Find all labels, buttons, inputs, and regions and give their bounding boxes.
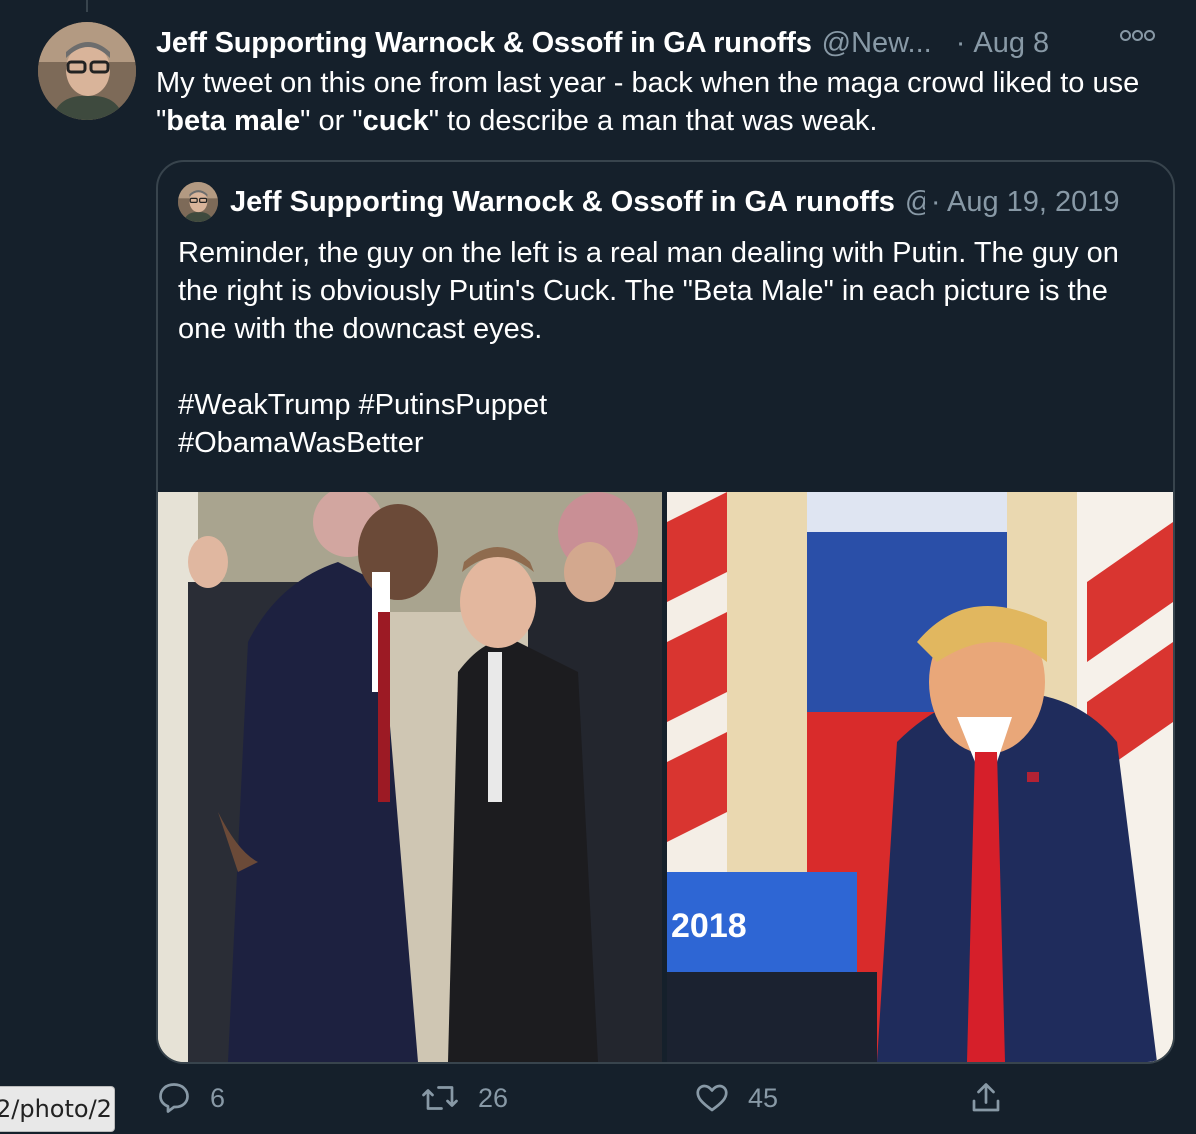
retweet-icon (422, 1086, 458, 1110)
quoted-author-handle: @ (905, 186, 925, 219)
like-count: 45 (748, 1082, 779, 1113)
tweet-text-bold: beta male (166, 105, 301, 137)
quoted-tweet-date: · Aug 19, 2019 (930, 185, 1120, 218)
quoted-tweet[interactable]: Jeff Supporting Warnock & Ossoff in GA r… (156, 160, 1175, 1064)
like-icon (696, 1084, 728, 1112)
tweet-actions: 6 26 45 (156, 1080, 1036, 1124)
separator-dot: · (955, 26, 966, 59)
share-button[interactable] (968, 1080, 1022, 1116)
photo-left[interactable] (158, 492, 662, 1062)
more-icon[interactable] (1120, 28, 1160, 56)
tweet-text: My tweet on this one from last year - ba… (156, 64, 1176, 140)
link-preview-tooltip: 2/photo/2 (0, 1086, 115, 1132)
reply-button[interactable]: 6 (156, 1080, 225, 1116)
share-icon (972, 1083, 1000, 1112)
thread-line (86, 0, 88, 12)
retweet-button[interactable]: 26 (420, 1080, 508, 1116)
quoted-tweet-media: 2018 (158, 492, 1173, 1062)
retweet-count: 26 (478, 1082, 509, 1113)
author-avatar[interactable] (38, 22, 136, 120)
tweet-text-bold: cuck (362, 105, 429, 137)
tweet-header: Jeff Supporting Warnock & Ossoff in GA r… (156, 22, 1176, 64)
quoted-tweet-header: Jeff Supporting Warnock & Ossoff in GA r… (178, 182, 1120, 222)
quoted-author-name: Jeff Supporting Warnock & Ossoff in GA r… (230, 185, 895, 218)
tweet-text-part: " to describe a man that was weak. (428, 105, 878, 137)
reply-icon (159, 1083, 189, 1113)
reply-count: 6 (210, 1082, 226, 1113)
photo-right[interactable]: 2018 (667, 492, 1173, 1062)
podium-sign-text: 2018 (671, 907, 747, 945)
tweet-body: Jeff Supporting Warnock & Ossoff in GA r… (156, 22, 1176, 140)
quoted-tweet-text: Reminder, the guy on the left is a real … (178, 237, 1119, 459)
tweet-page: Jeff Supporting Warnock & Ossoff in GA r… (0, 0, 1196, 1134)
quoted-author-avatar (178, 182, 218, 222)
author-handle[interactable]: @New... (822, 27, 932, 60)
like-button[interactable]: 45 (694, 1080, 778, 1116)
tweet-date[interactable]: Aug 8 (973, 27, 1049, 60)
author-name[interactable]: Jeff Supporting Warnock & Ossoff in GA r… (156, 27, 812, 60)
link-url-fragment: 2/photo/2 (0, 1095, 112, 1123)
tweet-text-part: " or " (300, 105, 363, 137)
